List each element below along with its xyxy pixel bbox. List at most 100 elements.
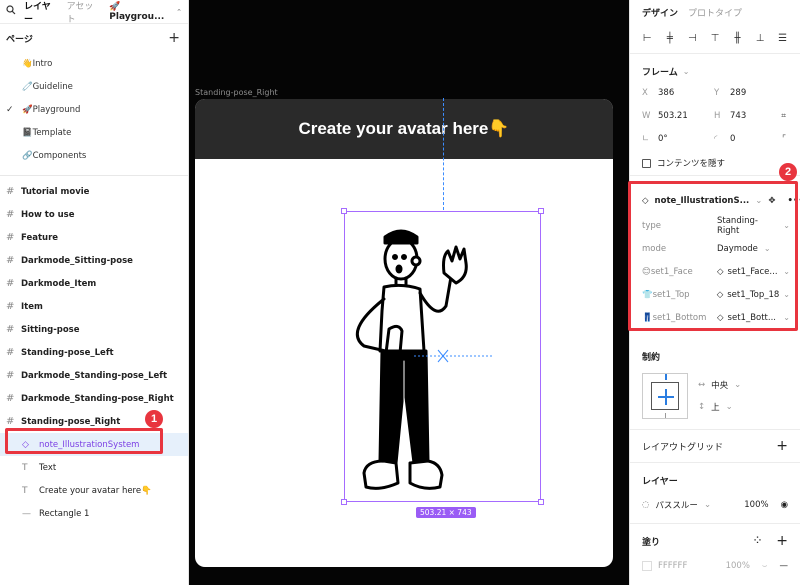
constraint-widget[interactable] xyxy=(642,373,688,419)
x-field[interactable]: X 386 xyxy=(642,84,714,101)
page-item[interactable]: 🔗Components xyxy=(0,144,188,167)
layer-child-item[interactable]: T Create your avatar here👇 xyxy=(0,479,188,502)
layer-frame-item[interactable]: # How to use xyxy=(0,203,188,226)
layer-label: Tutorial movie xyxy=(21,186,90,197)
constraints-header: 制約 xyxy=(630,343,800,369)
hide-contents-row[interactable]: コンテンツを隠す xyxy=(630,147,800,176)
resize-handle-bl[interactable] xyxy=(341,499,347,505)
constrain-proportions-icon[interactable]: ⌗ xyxy=(781,111,786,121)
pages-header: ページ + xyxy=(0,24,188,52)
blend-mode-dropdown[interactable]: パススルー xyxy=(655,499,698,511)
layer-child-item[interactable]: T Text xyxy=(0,456,188,479)
layer-child-item[interactable]: — Rectangle 1 xyxy=(0,502,188,525)
layer-frame-item[interactable]: # Feature xyxy=(0,226,188,249)
pages-list: 👋Intro 🧷Guideline ✓ 🚀Playground 📓Template 🔗Co… xyxy=(0,52,188,167)
tab-prototype[interactable]: プロトタイプ xyxy=(688,6,742,19)
page-item-label: 🔗Components xyxy=(22,150,87,161)
layer-frame-item[interactable]: # Sitting-pose xyxy=(0,318,188,341)
pages-title: ページ xyxy=(6,34,33,45)
layer-label: Darkmode_Item xyxy=(21,278,97,289)
alignment-toolbar: ⊢ ╪ ⊣ ⊤ ╫ ⊥ ☰ xyxy=(630,24,800,54)
tab-design[interactable]: デザイン xyxy=(642,6,678,19)
h-field[interactable]: H 743 ⌗ xyxy=(714,107,786,124)
align-right-icon[interactable]: ⊣ xyxy=(686,33,698,45)
page-item[interactable]: ✓ 🚀Playground xyxy=(0,98,188,121)
horizontal-constraint[interactable]: ↔ 中央 ⌄ xyxy=(698,379,741,391)
frame-icon: # xyxy=(6,347,15,358)
layer-label: Sitting-pose xyxy=(21,324,80,335)
frame-icon: # xyxy=(6,393,15,404)
constraint-values: ↔ 中央 ⌄ ↕ 上 ⌄ xyxy=(698,373,741,419)
tab-assets[interactable]: アセット xyxy=(67,0,102,25)
align-bottom-icon[interactable]: ⊥ xyxy=(754,33,766,45)
vertical-constraint[interactable]: ↕ 上 ⌄ xyxy=(698,401,741,413)
w-value[interactable]: 503.21 xyxy=(658,111,688,121)
layer-tree: # Tutorial movie # How to use # Feature # Darkm… xyxy=(0,180,188,525)
add-fill-icon[interactable]: + xyxy=(776,533,788,549)
resize-handle-tl[interactable] xyxy=(341,208,347,214)
search-icon[interactable] xyxy=(6,5,16,18)
layer-frame-item[interactable]: # Darkmode_Sitting-pose xyxy=(0,249,188,272)
y-value[interactable]: 289 xyxy=(730,88,746,98)
align-center-v-icon[interactable]: ╫ xyxy=(732,33,744,45)
frame-header[interactable]: Create your avatar here👇 xyxy=(195,99,613,159)
resize-handle-br[interactable] xyxy=(538,499,544,505)
hide-fill-icon[interactable]: ⌣ xyxy=(762,561,768,571)
distribute-icon[interactable]: ☰ xyxy=(777,33,789,45)
resize-handle-tr[interactable] xyxy=(538,208,544,214)
layer-frame-item[interactable]: # Item xyxy=(0,295,188,318)
fill-opacity[interactable]: 100% xyxy=(726,561,750,571)
add-layout-grid-icon[interactable]: + xyxy=(776,438,788,454)
layer-frame-item[interactable]: # Tutorial movie xyxy=(0,180,188,203)
tab-layers[interactable]: レイヤー xyxy=(24,0,59,25)
frame-section-header[interactable]: フレーム ⌄ xyxy=(630,58,800,84)
align-top-icon[interactable]: ⊤ xyxy=(709,33,721,45)
hide-contents-label: コンテンツを隠す xyxy=(657,159,726,169)
align-left-icon[interactable]: ⊢ xyxy=(641,33,653,45)
check-icon: ✓ xyxy=(6,104,14,115)
h-value[interactable]: 743 xyxy=(730,111,746,121)
style-grid-icon[interactable]: ⁘ xyxy=(754,536,762,546)
layer-frame-item[interactable]: # Darkmode_Standing-pose_Right xyxy=(0,387,188,410)
layer-opacity[interactable]: 100% xyxy=(744,500,768,510)
y-field[interactable]: Y 289 xyxy=(714,84,786,101)
page-item-label: 👋Intro xyxy=(22,58,53,69)
chevron-down-icon: ⌄ xyxy=(682,66,690,76)
header-text[interactable]: Create your avatar here👇 xyxy=(298,119,509,139)
layer-frame-item[interactable]: # Darkmode_Item xyxy=(0,272,188,295)
layer-blend-row: ◌ パススルー ⌄ 100% ◉ xyxy=(630,493,800,517)
selection-box[interactable] xyxy=(341,208,544,505)
constraint-inner-box xyxy=(651,382,679,410)
align-center-h-icon[interactable]: ╪ xyxy=(664,33,676,45)
file-name-dropdown[interactable]: 🚀Playgrou... ⌃ xyxy=(109,2,182,22)
page-item[interactable]: 👋Intro xyxy=(0,52,188,75)
fill-swatch[interactable] xyxy=(642,561,652,571)
layout-grid-title: レイアウトグリッド xyxy=(642,442,724,453)
canvas[interactable]: Standing-pose_Right Create your avatar h… xyxy=(189,0,629,585)
fill-section-title: 塗り xyxy=(642,537,661,548)
page-item[interactable]: 📓Template xyxy=(0,121,188,144)
radius-value[interactable]: 0 xyxy=(730,134,735,144)
annotation-badge-2: 2 xyxy=(779,163,797,181)
layer-frame-item[interactable]: # Darkmode_Standing-pose_Left xyxy=(0,364,188,387)
chevron-up-icon: ⌃ xyxy=(176,7,182,16)
rotation-field[interactable]: ∟ 0° xyxy=(642,130,714,147)
add-page-icon[interactable]: + xyxy=(168,30,180,46)
layer-frame-item[interactable]: # Standing-pose_Left xyxy=(0,341,188,364)
frame-icon: # xyxy=(6,301,15,312)
remove-fill-icon[interactable]: — xyxy=(780,561,789,571)
layer-label: How to use xyxy=(21,209,75,220)
independent-corners-icon[interactable]: ⌜ xyxy=(782,134,786,144)
frame-label[interactable]: Standing-pose_Right xyxy=(195,88,278,97)
page-item[interactable]: 🧷Guideline xyxy=(0,75,188,98)
radius-field[interactable]: ◜ 0 ⌜ xyxy=(714,130,786,147)
w-field[interactable]: W 503.21 xyxy=(642,107,714,124)
layout-grid-header: レイアウトグリッド + xyxy=(630,430,800,462)
rotation-value[interactable]: 0° xyxy=(658,134,668,144)
eye-icon[interactable]: ◉ xyxy=(781,500,788,510)
frame-icon: # xyxy=(6,416,15,427)
x-value[interactable]: 386 xyxy=(658,88,674,98)
hide-contents-checkbox[interactable] xyxy=(642,158,651,168)
fill-hex[interactable]: FFFFFF xyxy=(658,561,687,571)
frame-icon: # xyxy=(6,370,15,381)
